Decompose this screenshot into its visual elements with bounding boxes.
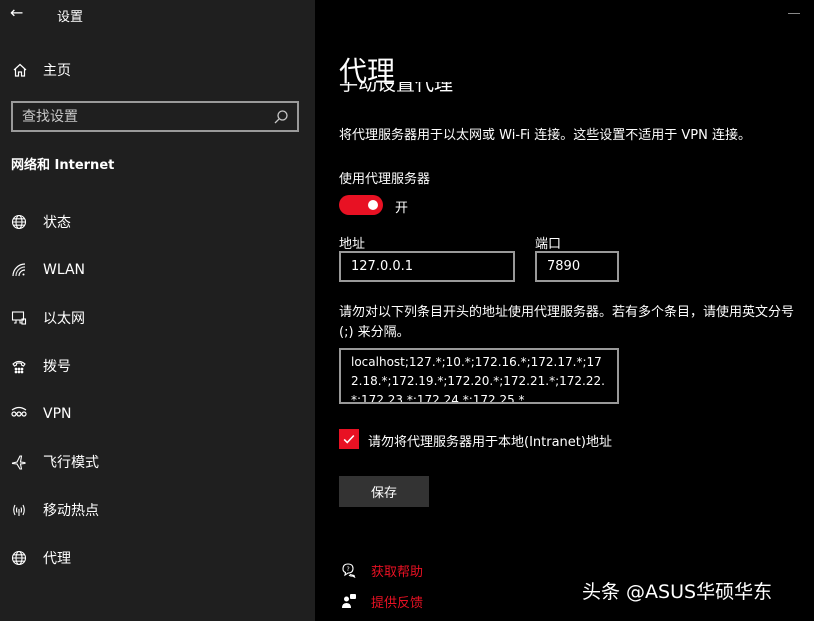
sidebar-item-status[interactable]: 状态 <box>0 206 315 238</box>
sidebar-item-dialup[interactable]: 拨号 <box>0 350 315 382</box>
vpn-icon <box>9 404 29 424</box>
watermark: 头条 @ASUS华硕华东 <box>582 581 773 603</box>
hotspot-icon <box>9 500 29 520</box>
sidebar-item-ethernet[interactable]: 以太网 <box>0 302 315 334</box>
sidebar-item-vpn[interactable]: VPN <box>0 398 315 430</box>
sidebar-item-label: 拨号 <box>43 359 71 375</box>
save-button[interactable]: 保存 <box>339 476 429 507</box>
get-help-link[interactable]: ? 获取帮助 <box>339 560 423 580</box>
feedback-person-icon <box>339 591 359 611</box>
minimize-button[interactable] <box>788 13 800 14</box>
checkmark-icon <box>343 434 355 444</box>
use-proxy-toggle[interactable] <box>339 195 383 215</box>
exceptions-description: 请勿对以下列条目开头的地址使用代理服务器。若有多个条目，请使用英文分号 (;) … <box>339 305 795 340</box>
section-heading-text: 手动设置代理 <box>339 82 454 95</box>
home-label: 主页 <box>43 63 71 79</box>
title-bar: ← 设置 <box>0 0 315 30</box>
sidebar-item-mobile-hotspot[interactable]: 移动热点 <box>0 494 315 526</box>
sidebar-item-label: 飞行模式 <box>43 455 99 471</box>
ethernet-icon <box>9 308 29 328</box>
sidebar-item-label: WLAN <box>43 262 86 278</box>
sidebar-item-label: 状态 <box>43 215 71 231</box>
search-icon[interactable] <box>271 107 291 127</box>
globe-icon <box>9 548 29 568</box>
home-nav-item[interactable]: 主页 <box>10 56 300 84</box>
bypass-local-label: 请勿将代理服务器用于本地(Intranet)地址 <box>368 435 612 450</box>
home-icon <box>10 60 30 80</box>
help-chat-icon: ? <box>339 560 359 580</box>
sidebar-item-wlan[interactable]: WLAN <box>0 254 315 286</box>
give-feedback-link[interactable]: 提供反馈 <box>339 591 423 611</box>
toggle-knob <box>368 200 378 210</box>
content-pane: 代理 手动设置代理 将代理服务器用于以太网或 Wi-Fi 连接。这些设置不适用于… <box>315 0 814 621</box>
section-title: 网络和 Internet <box>11 158 115 173</box>
port-input[interactable] <box>535 251 619 282</box>
use-proxy-label: 使用代理服务器 <box>339 172 431 187</box>
proxy-description: 将代理服务器用于以太网或 Wi-Fi 连接。这些设置不适用于 VPN 连接。 <box>339 128 752 143</box>
sidebar-item-label: 以太网 <box>43 311 85 327</box>
sidebar-item-label: 移动热点 <box>43 503 99 519</box>
exceptions-textarea[interactable]: localhost;127.*;10.*;172.16.*;172.17.*;1… <box>339 348 619 404</box>
search-box[interactable] <box>11 101 299 132</box>
sidebar-item-airplane-mode[interactable]: 飞行模式 <box>0 446 315 478</box>
back-button[interactable]: ← <box>10 4 28 22</box>
section-heading: 手动设置代理 <box>339 82 639 96</box>
give-feedback-label: 提供反馈 <box>371 595 424 611</box>
bypass-local-checkbox[interactable] <box>339 429 359 449</box>
svg-text:?: ? <box>347 566 350 573</box>
sidebar: ← 设置 主页 网络和 Internet 状态 WLAN 以太网 <box>0 0 315 621</box>
port-label: 端口 <box>535 237 562 252</box>
get-help-label: 获取帮助 <box>371 564 424 580</box>
globe-icon <box>9 212 29 232</box>
toggle-state-label: 开 <box>395 201 409 216</box>
sidebar-item-proxy[interactable]: 代理 <box>0 542 315 574</box>
app-title: 设置 <box>57 10 84 25</box>
airplane-icon <box>9 452 29 472</box>
phone-icon <box>9 356 29 376</box>
address-input[interactable] <box>339 251 515 282</box>
sidebar-item-label: 代理 <box>43 551 71 567</box>
search-input[interactable] <box>13 103 271 130</box>
address-label: 地址 <box>339 237 366 252</box>
wifi-icon <box>9 260 29 280</box>
sidebar-item-label: VPN <box>43 406 72 422</box>
